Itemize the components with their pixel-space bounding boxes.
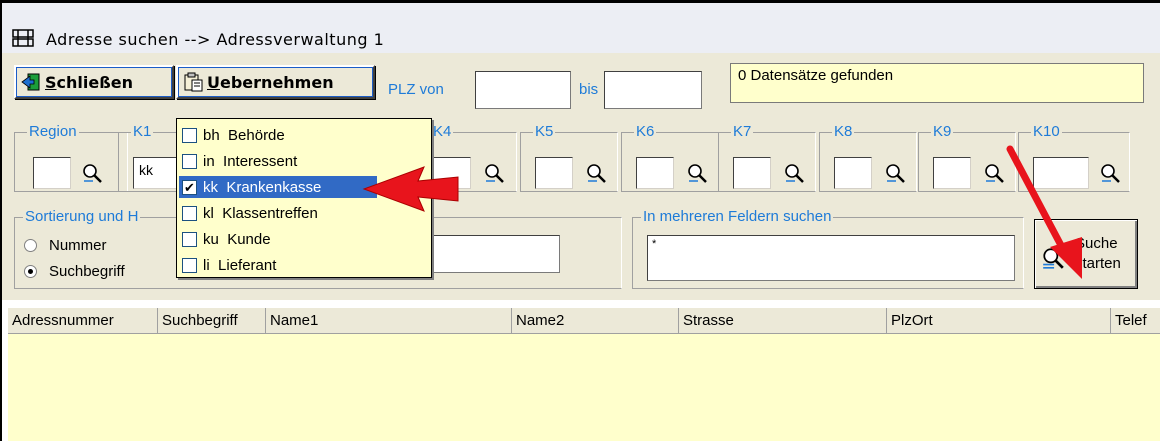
k8-lookup-icon[interactable] bbox=[884, 162, 906, 184]
take-over-label: ebernehmen bbox=[220, 72, 334, 92]
sort-option-number[interactable]: Nummer bbox=[24, 237, 107, 254]
multi-search-input[interactable]: * bbox=[647, 235, 1015, 281]
item-code: bh bbox=[203, 126, 220, 144]
k9-input[interactable] bbox=[933, 157, 971, 189]
title-bar: Adresse suchen --> Adressverwaltung 1 bbox=[2, 3, 1160, 53]
k5-lookup-icon[interactable] bbox=[585, 162, 607, 184]
k10-label: K10 bbox=[1031, 123, 1062, 141]
plz-from-input[interactable] bbox=[475, 71, 571, 109]
k7-lookup-icon[interactable] bbox=[783, 162, 805, 184]
k9-label: K9 bbox=[931, 123, 954, 141]
item-code: kk bbox=[203, 178, 218, 196]
checkbox-in[interactable] bbox=[182, 153, 197, 169]
app-icon bbox=[12, 29, 34, 47]
checkbox-kl[interactable] bbox=[182, 205, 197, 221]
plz-to-label: bis bbox=[579, 81, 599, 98]
column-header[interactable]: Name1 bbox=[266, 308, 512, 333]
item-label: Interessent bbox=[223, 152, 298, 170]
clipboard-icon bbox=[184, 72, 203, 92]
column-header[interactable]: Adressnummer bbox=[8, 308, 158, 333]
k6-lookup-icon[interactable] bbox=[686, 162, 708, 184]
k1-input[interactable]: kk bbox=[133, 157, 181, 189]
k4-lookup-icon[interactable] bbox=[483, 162, 505, 184]
list-header: Adressnummer Suchbegriff Name1 Name2 Str… bbox=[8, 308, 1160, 334]
k6-label: K6 bbox=[634, 123, 657, 141]
take-over-hotkey: U bbox=[207, 72, 220, 92]
item-label: Kunde bbox=[227, 230, 271, 248]
column-header[interactable]: Strasse bbox=[679, 308, 887, 333]
k8-label: K8 bbox=[832, 123, 855, 141]
region-label: Region bbox=[27, 123, 79, 141]
dropdown-item-ku[interactable]: ku Kunde bbox=[179, 228, 429, 250]
checkbox-ku[interactable] bbox=[182, 231, 197, 247]
annotation-arrow-icon bbox=[362, 166, 459, 212]
item-code: ku bbox=[203, 230, 219, 248]
sort-option-keyword[interactable]: Suchbegriff bbox=[24, 263, 125, 280]
item-label: Klassentreffen bbox=[222, 204, 318, 222]
annotation-arrow-icon bbox=[1006, 145, 1082, 279]
radio-keyword[interactable] bbox=[24, 265, 37, 278]
item-label: Lieferant bbox=[218, 256, 277, 274]
item-label: Behörde bbox=[228, 126, 285, 144]
sort-option-keyword-label: Suchbegriff bbox=[49, 263, 125, 280]
sort-option-number-label: Nummer bbox=[49, 237, 107, 254]
plz-from-label: PLZ von bbox=[388, 81, 444, 98]
column-header[interactable]: Name2 bbox=[512, 308, 679, 333]
item-code: in bbox=[203, 152, 215, 170]
k8-group: K8 bbox=[819, 123, 917, 192]
k10-lookup-icon[interactable] bbox=[1099, 162, 1121, 184]
take-over-button[interactable]: Uebernehmen bbox=[176, 65, 375, 99]
k4-label: K4 bbox=[431, 123, 454, 141]
checkbox-li[interactable] bbox=[182, 257, 197, 273]
k7-group: K7 bbox=[718, 123, 816, 192]
exit-door-icon bbox=[21, 73, 40, 91]
close-label: chließen bbox=[56, 72, 133, 92]
k7-label: K7 bbox=[731, 123, 754, 141]
plz-to-input[interactable] bbox=[604, 71, 702, 109]
list-body[interactable] bbox=[8, 334, 1160, 441]
column-header[interactable]: PlzOrt bbox=[887, 308, 1111, 333]
dropdown-item-bh[interactable]: bh Behörde bbox=[179, 124, 429, 146]
close-hotkey: S bbox=[45, 72, 57, 92]
search-window: Adresse suchen --> Adressverwaltung 1 Sc… bbox=[0, 0, 1160, 441]
checkbox-bh[interactable] bbox=[182, 127, 197, 143]
k8-input[interactable] bbox=[834, 157, 872, 189]
dropdown-item-kk[interactable]: ✔ kk Krankenkasse bbox=[179, 176, 377, 198]
item-code: li bbox=[203, 256, 210, 274]
k7-input[interactable] bbox=[733, 157, 771, 189]
column-header[interactable]: Suchbegriff bbox=[158, 308, 266, 333]
region-input[interactable] bbox=[33, 157, 71, 189]
sort-value-input[interactable] bbox=[432, 235, 560, 273]
column-header[interactable]: Telef bbox=[1111, 308, 1160, 333]
k5-group: K5 bbox=[520, 123, 618, 192]
window-title: Adresse suchen --> Adressverwaltung 1 bbox=[46, 30, 385, 49]
dropdown-item-li[interactable]: li Lieferant bbox=[179, 254, 429, 276]
checkbox-kk[interactable]: ✔ bbox=[182, 179, 197, 195]
result-status-field: 0 Datensätze gefunden bbox=[730, 63, 1144, 103]
item-label: Krankenkasse bbox=[226, 178, 322, 196]
item-code: kl bbox=[203, 204, 214, 222]
radio-number[interactable] bbox=[24, 239, 37, 252]
region-group: Region bbox=[14, 123, 128, 192]
result-list[interactable]: Adressnummer Suchbegriff Name1 Name2 Str… bbox=[2, 300, 1160, 441]
region-lookup-icon[interactable] bbox=[81, 162, 103, 184]
sort-legend: Sortierung und H bbox=[23, 208, 141, 226]
k1-label: K1 bbox=[131, 123, 154, 141]
k5-input[interactable] bbox=[535, 157, 573, 189]
k6-input[interactable] bbox=[636, 157, 674, 189]
k6-group: K6 bbox=[621, 123, 719, 192]
multi-search-legend: In mehreren Feldern suchen bbox=[641, 208, 834, 226]
k5-label: K5 bbox=[533, 123, 556, 141]
close-button[interactable]: Schließen bbox=[14, 65, 174, 99]
